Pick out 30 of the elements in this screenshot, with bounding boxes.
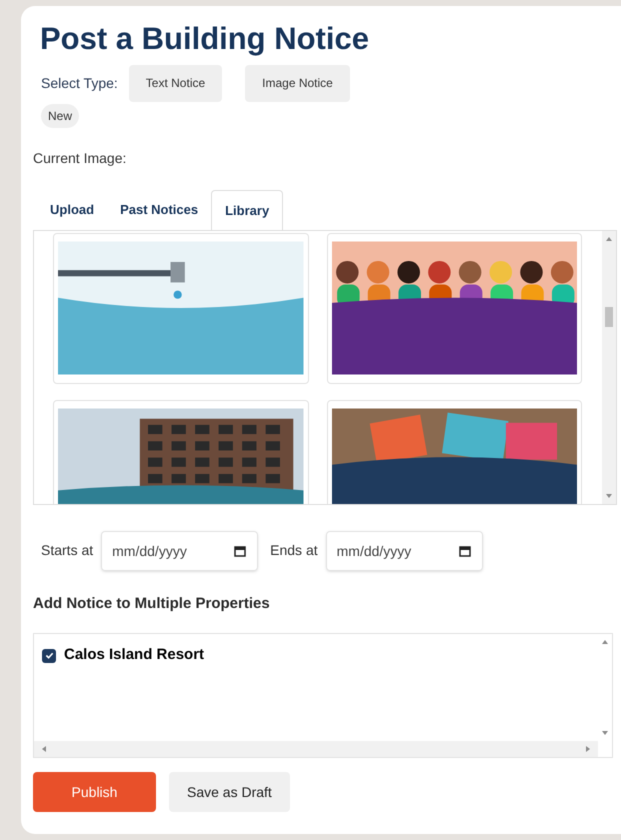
scroll-down-icon[interactable] bbox=[601, 729, 609, 738]
scroll-left-icon[interactable] bbox=[40, 745, 48, 754]
date-field[interactable]: mm/dd/yyyy bbox=[326, 530, 483, 571]
properties-heading: Add Notice to Multiple Properties bbox=[33, 594, 271, 614]
property-checkbox[interactable] bbox=[42, 648, 56, 662]
new-badge: New bbox=[41, 104, 80, 128]
select-type-label: Select Type: bbox=[41, 74, 118, 93]
scrollbar-thumb[interactable] bbox=[605, 307, 613, 328]
tab[interactable]: Past Notices bbox=[107, 190, 212, 230]
scroll-down-icon[interactable] bbox=[605, 492, 613, 500]
scroll-up-icon[interactable] bbox=[605, 234, 613, 243]
calendar-icon[interactable] bbox=[458, 544, 471, 557]
property-name: Calos Island Resort bbox=[64, 645, 204, 666]
save-draft-button[interactable]: Save as Draft bbox=[169, 772, 290, 812]
notice-type-button[interactable]: Image Notice bbox=[245, 64, 350, 102]
tab[interactable]: Upload bbox=[37, 190, 108, 230]
check-icon bbox=[44, 651, 54, 660]
current-image-label: Current Image: bbox=[33, 148, 128, 168]
publish-button[interactable]: Publish bbox=[33, 772, 156, 812]
calendar-icon[interactable] bbox=[234, 544, 246, 557]
scroll-up-icon[interactable] bbox=[601, 638, 609, 646]
horizontal-scrollbar[interactable] bbox=[34, 741, 598, 758]
date-field[interactable]: mm/dd/yyyy bbox=[101, 530, 258, 571]
notice-type-button[interactable]: Text Notice bbox=[128, 64, 222, 102]
tab[interactable]: Library bbox=[211, 190, 284, 230]
page-title: Post a Building Notice bbox=[40, 20, 370, 58]
scroll-right-icon[interactable] bbox=[584, 745, 592, 754]
vertical-scrollbar[interactable] bbox=[602, 230, 616, 504]
date-label: Starts at bbox=[41, 541, 94, 560]
date-label: Ends at bbox=[270, 541, 318, 560]
